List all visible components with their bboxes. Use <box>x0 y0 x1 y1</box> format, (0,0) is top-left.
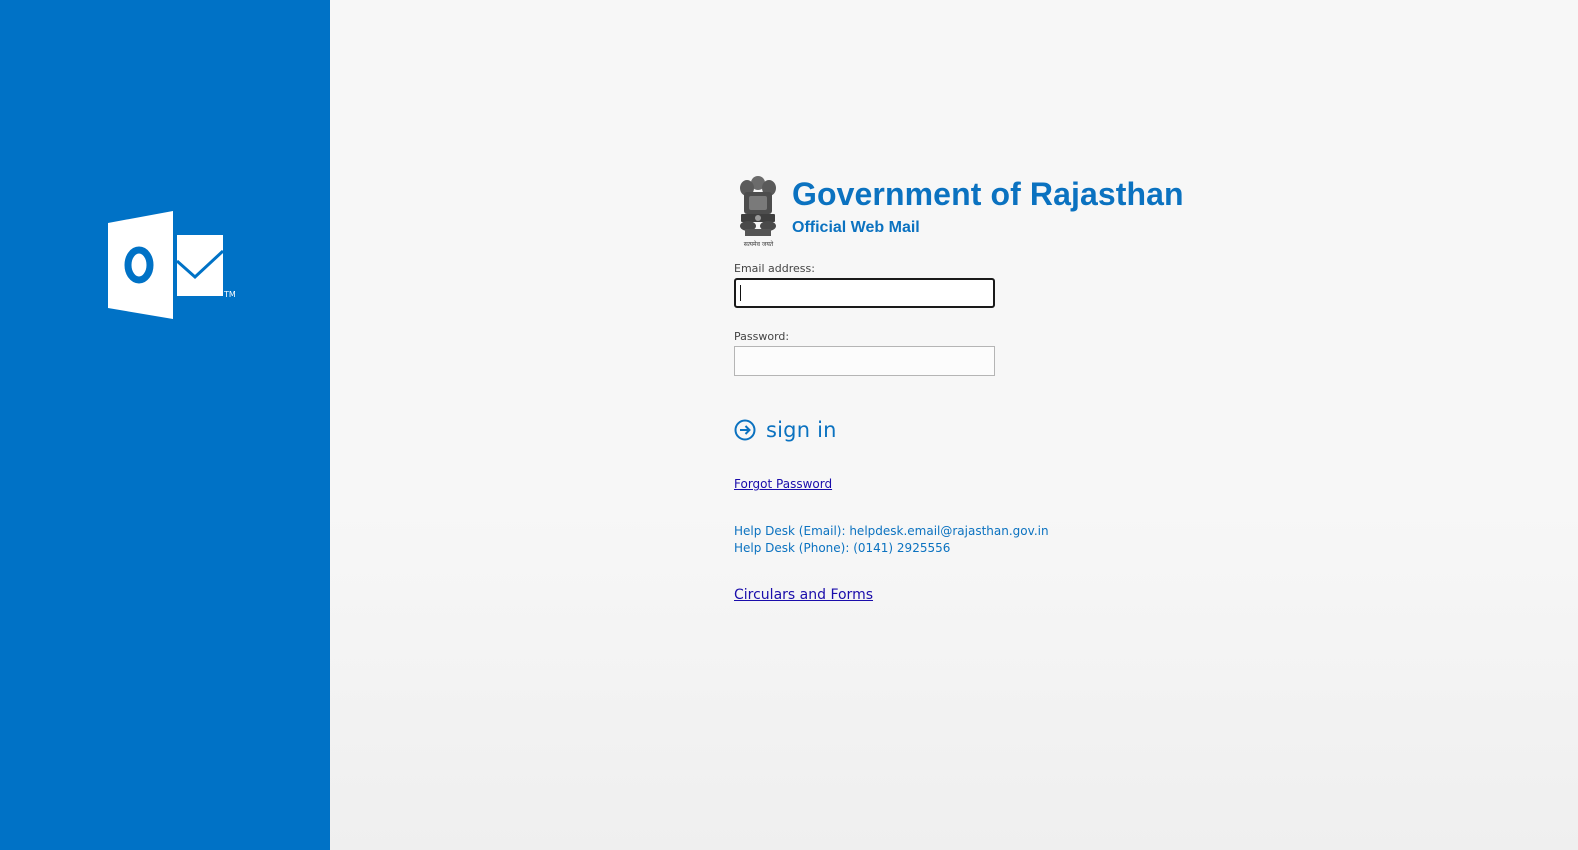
password-field[interactable] <box>734 346 995 376</box>
sign-in-button[interactable]: sign in <box>734 418 837 442</box>
main-panel: सत्यमेव जयते Government of Rajasthan Off… <box>330 0 1578 850</box>
outlook-logo-icon: TM <box>108 211 236 319</box>
helpdesk-phone-text: Help Desk (Phone): (0141) 2925556 <box>734 541 951 555</box>
logo-trademark: TM <box>223 290 236 299</box>
page-subtitle: Official Web Mail <box>792 219 920 236</box>
email-label: Email address: <box>734 262 815 275</box>
password-label: Password: <box>734 330 790 343</box>
arrow-circle-right-icon <box>734 419 756 441</box>
page-title: Government of Rajasthan <box>792 176 1184 212</box>
forgot-password-link[interactable]: Forgot Password <box>734 477 832 491</box>
state-emblem-icon: सत्यमेव जयते <box>740 176 776 248</box>
brand-sidebar: TM <box>0 0 330 850</box>
login-page: TM सत्यमेव जयते Government of Rajasthan … <box>0 0 1578 850</box>
email-field[interactable] <box>734 278 995 308</box>
text-caret <box>740 285 741 301</box>
sign-in-label: sign in <box>766 418 837 442</box>
helpdesk-email-text: Help Desk (Email): helpdesk.email@rajast… <box>734 524 1049 538</box>
circulars-forms-link[interactable]: Circulars and Forms <box>734 587 873 603</box>
emblem-motto: सत्यमेव जयते <box>744 240 774 248</box>
